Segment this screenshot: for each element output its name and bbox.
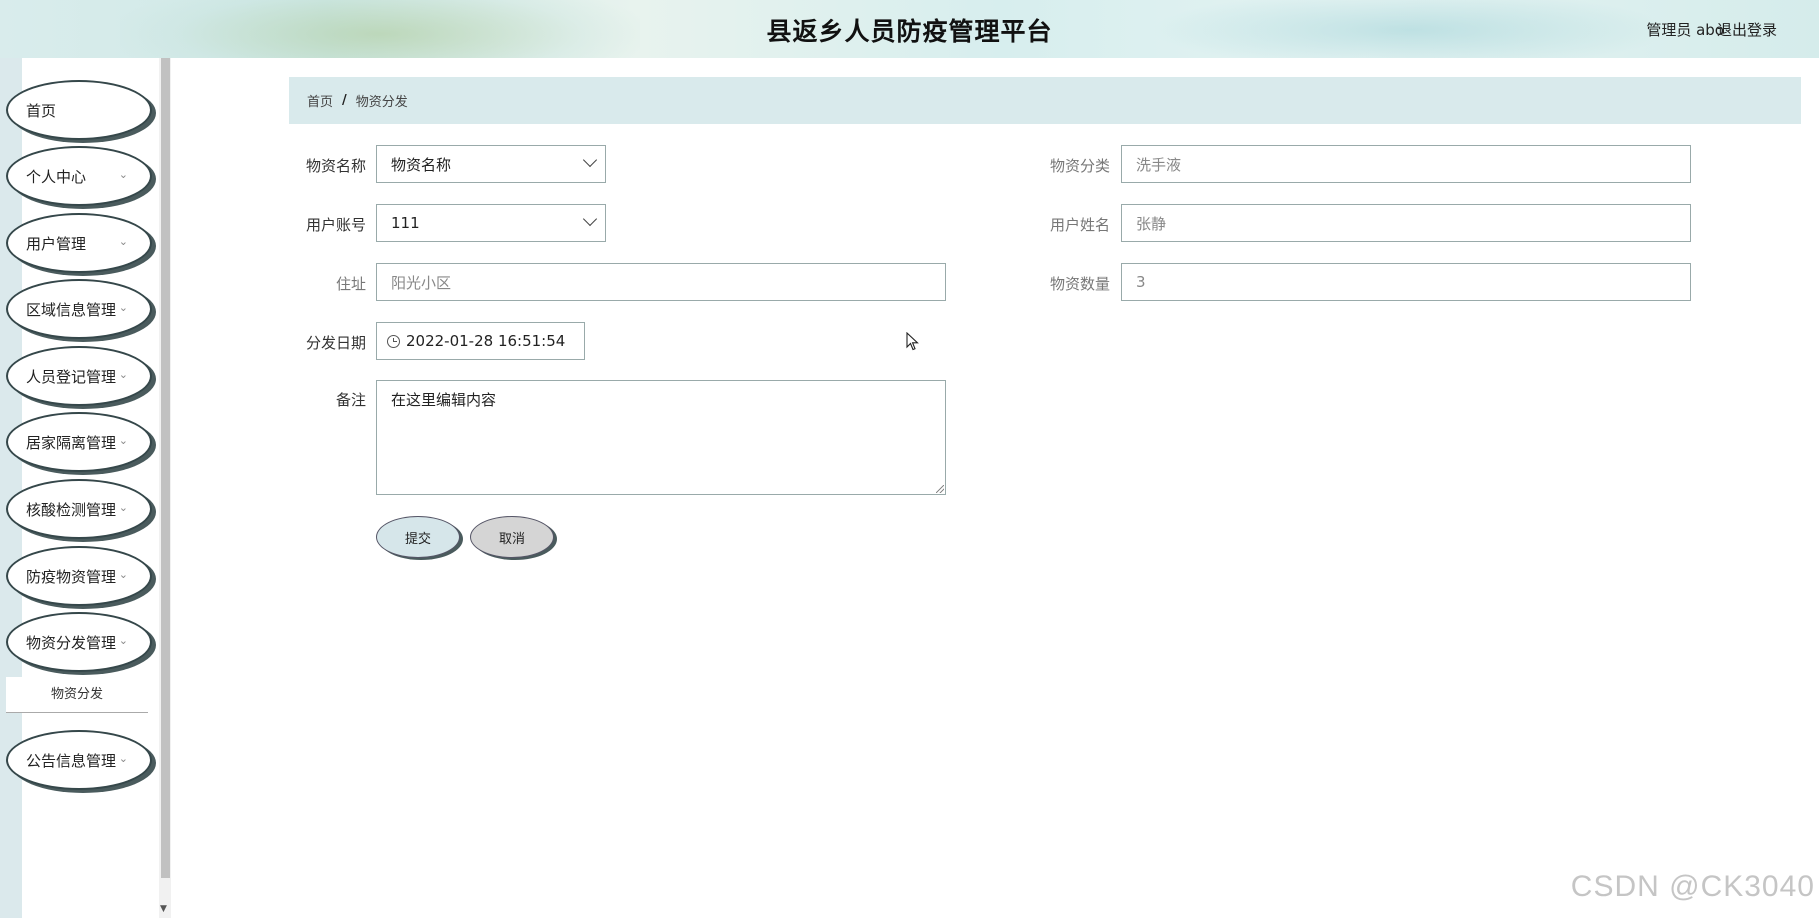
sidebar-item-label: 区域信息管理 (26, 300, 117, 319)
remark-value: 在这里编辑内容 (391, 391, 497, 409)
sidebar-item-label: 居家隔离管理 (26, 433, 117, 452)
sidebar-item-label: 物资分发管理 (26, 633, 117, 652)
dispatch-date-picker[interactable]: 2022-01-28 16:51:54 (376, 322, 585, 360)
dispatch-date-value: 2022-01-28 16:51:54 (406, 332, 566, 350)
page-title: 县返乡人员防疫管理平台 (766, 17, 1053, 46)
chevron-down-icon: ⌄ (118, 434, 128, 447)
sidebar: 首页 个人中心 ⌄ 用户管理 ⌄ 区域信息管理 ⌄ 人员登记管理 ⌄ 居家隔离管… (0, 58, 158, 918)
breadcrumb-home[interactable]: 首页 (307, 91, 333, 110)
material-quantity-field[interactable]: 3 (1121, 263, 1691, 301)
remark-label: 备注 (335, 391, 366, 409)
material-category-field[interactable]: 洗手液 (1121, 145, 1691, 183)
dispatch-date-label: 分发日期 (305, 334, 366, 352)
clock-icon (387, 334, 400, 348)
chevron-down-icon: ⌄ (118, 634, 128, 647)
breadcrumb: 首页 / 物资分发 (289, 77, 1801, 124)
user-account-value: 111 (391, 214, 420, 232)
submit-button[interactable]: 提交 (376, 516, 460, 558)
sidebar-item-label: 人员登记管理 (26, 367, 117, 386)
chevron-down-icon: ⌄ (118, 568, 128, 581)
header: 县返乡人员防疫管理平台 管理员 abo 退出登录 (0, 0, 1819, 58)
user-name-value: 张静 (1136, 214, 1167, 233)
chevron-down-icon: ⌄ (118, 368, 128, 381)
material-quantity-label: 物资数量 (1049, 275, 1110, 293)
address-field[interactable]: 阳光小区 (376, 263, 946, 301)
admin-user-label: 管理员 abo (1646, 21, 1724, 39)
chevron-down-icon: ⌄ (118, 752, 128, 765)
sidebar-item-announcement-management[interactable]: 公告信息管理 ⌄ (6, 730, 152, 790)
address-value: 阳光小区 (391, 273, 452, 292)
user-account-select[interactable]: 111 (376, 204, 606, 242)
user-account-label: 用户账号 (305, 216, 366, 234)
sidebar-item-distribution-management[interactable]: 物资分发管理 ⌄ (6, 612, 152, 672)
sidebar-scrollbar-thumb[interactable] (161, 58, 170, 878)
sidebar-item-supplies-management[interactable]: 防疫物资管理 ⌄ (6, 546, 152, 606)
user-name-label: 用户姓名 (1049, 216, 1110, 234)
breadcrumb-current: 物资分发 (355, 95, 408, 110)
material-category-label: 物资分类 (1049, 157, 1110, 175)
breadcrumb-separator: / (342, 93, 347, 108)
scroll-down-arrow-icon[interactable]: ▼ (160, 904, 167, 914)
sidebar-item-area-management[interactable]: 区域信息管理 ⌄ (6, 279, 152, 339)
address-label: 住址 (335, 275, 366, 293)
watermark: CSDN @CK3040 (1570, 870, 1815, 903)
chevron-down-icon (582, 211, 598, 227)
chevron-down-icon: ⌄ (118, 301, 128, 314)
sidebar-item-personal-center[interactable]: 个人中心 ⌄ (6, 146, 152, 206)
material-name-label: 物资名称 (305, 157, 366, 175)
material-name-value: 物资名称 (391, 155, 452, 174)
sidebar-item-label: 公告信息管理 (26, 751, 117, 770)
chevron-down-icon: ⌄ (118, 235, 128, 248)
sidebar-item-label: 核酸检测管理 (26, 500, 117, 519)
sidebar-item-label: 首页 (26, 101, 57, 120)
sidebar-item-quarantine-management[interactable]: 居家隔离管理 ⌄ (6, 412, 152, 472)
material-name-select[interactable]: 物资名称 (376, 145, 606, 183)
logout-link[interactable]: 退出登录 (1717, 19, 1777, 40)
sidebar-item-nucleic-test-management[interactable]: 核酸检测管理 ⌄ (6, 479, 152, 539)
resize-handle-icon[interactable] (936, 485, 944, 493)
user-name-field[interactable]: 张静 (1121, 204, 1691, 242)
chevron-down-icon: ⌄ (118, 168, 128, 181)
sidebar-item-label: 防疫物资管理 (26, 567, 117, 586)
sidebar-item-registration-management[interactable]: 人员登记管理 ⌄ (6, 346, 152, 406)
chevron-down-icon (582, 152, 598, 168)
material-category-value: 洗手液 (1136, 155, 1182, 174)
mouse-cursor-icon (906, 332, 919, 351)
sidebar-item-label: 个人中心 (26, 167, 87, 186)
sidebar-subitem-distribution[interactable]: 物资分发 (6, 677, 148, 713)
chevron-down-icon: ⌄ (118, 501, 128, 514)
material-quantity-value: 3 (1136, 273, 1146, 291)
cancel-button[interactable]: 取消 (470, 516, 554, 558)
sidebar-item-label: 用户管理 (26, 234, 87, 253)
sidebar-item-user-management[interactable]: 用户管理 ⌄ (6, 213, 152, 273)
remark-textarea[interactable]: 在这里编辑内容 (376, 380, 946, 495)
sidebar-item-home[interactable]: 首页 (6, 80, 152, 140)
